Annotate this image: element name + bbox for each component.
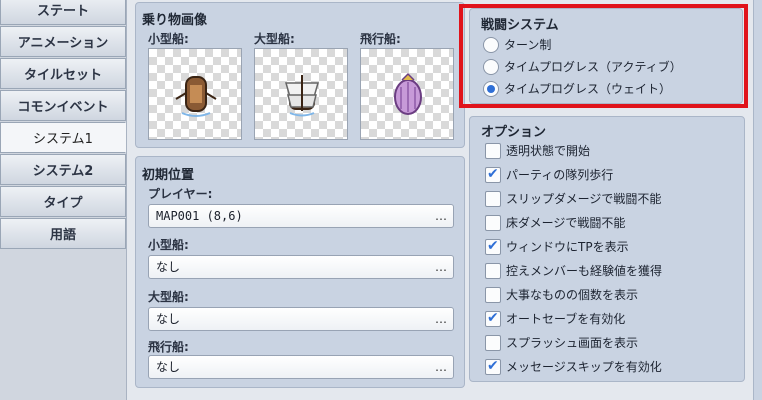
option-autosave-label: オートセーブを有効化 [506, 312, 626, 326]
boat-image-label: 小型船: [148, 32, 189, 46]
option-display-tp-label: ウィンドウにTPを表示 [506, 240, 629, 254]
ship-sprite-icon [285, 75, 319, 117]
airship-start-more-icon[interactable]: … [435, 356, 447, 378]
checkbox-splash-screen[interactable] [485, 334, 501, 351]
boat-start-field[interactable]: なし … [148, 255, 454, 279]
checkbox-followers[interactable] [485, 166, 501, 183]
option-message-skip-label: メッセージスキップを有効化 [506, 360, 662, 374]
tab-system1[interactable]: システム1 [0, 122, 126, 153]
option-exp-reserve-label: 控えメンバーも経験値を獲得 [506, 264, 663, 278]
airship-start-field[interactable]: なし … [148, 355, 454, 379]
option-start-transparent[interactable]: 透明状態で開始 [485, 142, 590, 159]
vehicle-images-title: 乗り物画像 [142, 13, 208, 28]
tab-common-events[interactable]: コモンイベント [0, 90, 126, 121]
options-title: オプション [481, 125, 547, 140]
option-key-item-number[interactable]: 大事なものの個数を表示 [485, 286, 638, 303]
option-slip-death[interactable]: スリップダメージで戦闘不能 [485, 190, 661, 207]
option-exp-reserve[interactable]: 控えメンバーも経験値を獲得 [485, 262, 662, 279]
initial-position-group: 初期位置 プレイヤー: MAP001 (8,6) … 小型船: なし … 大型船… [135, 156, 465, 388]
option-message-skip[interactable]: メッセージスキップを有効化 [485, 358, 662, 375]
checkbox-key-item-number[interactable] [485, 286, 501, 303]
airship-image-selector[interactable] [360, 48, 454, 140]
checkbox-display-tp[interactable] [485, 238, 501, 255]
tab-system2[interactable]: システム2 [0, 154, 126, 185]
airship-start-label: 飛行船: [148, 340, 189, 354]
boat-image-selector[interactable] [148, 48, 242, 140]
boat-start-more-icon[interactable]: … [435, 256, 447, 278]
airship-start-value: なし [156, 360, 181, 374]
checkbox-slip-death[interactable] [485, 190, 501, 207]
option-display-tp[interactable]: ウィンドウにTPを表示 [485, 238, 629, 255]
tab-animations[interactable]: アニメーション [0, 26, 126, 57]
ship-start-field[interactable]: なし … [148, 307, 454, 331]
tab-terms[interactable]: 用語 [0, 218, 126, 249]
boat-sprite-icon [175, 76, 217, 117]
option-floor-death[interactable]: 床ダメージで戦闘不能 [485, 214, 625, 231]
database-tab-list: ステート アニメーション タイルセット コモンイベント システム1 システム2 … [0, 0, 126, 400]
ship-image-selector[interactable] [254, 48, 348, 140]
ship-start-value: なし [156, 312, 181, 326]
options-group: オプション 透明状態で開始 パーティの隊列歩行 スリップダメージで戦闘不能 床ダ… [469, 116, 745, 382]
tab-tilesets[interactable]: タイルセット [0, 58, 126, 89]
player-start-field[interactable]: MAP001 (8,6) … [148, 204, 454, 228]
airship-sprite-icon [394, 72, 422, 115]
next-column-edge [753, 0, 762, 400]
player-start-value: MAP001 (8,6) [156, 209, 243, 223]
checkbox-floor-death[interactable] [485, 214, 501, 231]
checkbox-message-skip[interactable] [485, 358, 501, 375]
ship-image-label: 大型船: [254, 32, 295, 46]
option-slip-death-label: スリップダメージで戦闘不能 [506, 192, 662, 206]
tab-states[interactable]: ステート [0, 0, 126, 25]
option-splash-screen-label: スプラッシュ画面を表示 [506, 336, 639, 350]
checkbox-autosave[interactable] [485, 310, 501, 327]
option-followers-label: パーティの隊列歩行 [506, 168, 614, 182]
player-start-label: プレイヤー: [148, 187, 213, 201]
airship-image-label: 飛行船: [360, 32, 401, 46]
ship-start-more-icon[interactable]: … [435, 308, 447, 330]
player-start-more-icon[interactable]: … [435, 205, 447, 227]
boat-start-label: 小型船: [148, 238, 189, 252]
option-followers[interactable]: パーティの隊列歩行 [485, 166, 613, 183]
option-start-transparent-label: 透明状態で開始 [506, 144, 591, 158]
battle-system-highlight-box [459, 4, 748, 108]
option-floor-death-label: 床ダメージで戦闘不能 [506, 216, 626, 230]
boat-start-value: なし [156, 260, 181, 274]
tab-types[interactable]: タイプ [0, 186, 126, 217]
checkbox-exp-reserve[interactable] [485, 262, 501, 279]
checkbox-start-transparent[interactable] [485, 142, 501, 159]
option-autosave[interactable]: オートセーブを有効化 [485, 310, 625, 327]
initial-position-title: 初期位置 [142, 168, 195, 183]
vehicle-images-group: 乗り物画像 小型船: 大型船: 飛行船: [135, 2, 465, 148]
ship-start-label: 大型船: [148, 290, 189, 304]
option-key-item-number-label: 大事なものの個数を表示 [506, 288, 639, 302]
option-splash-screen[interactable]: スプラッシュ画面を表示 [485, 334, 638, 351]
